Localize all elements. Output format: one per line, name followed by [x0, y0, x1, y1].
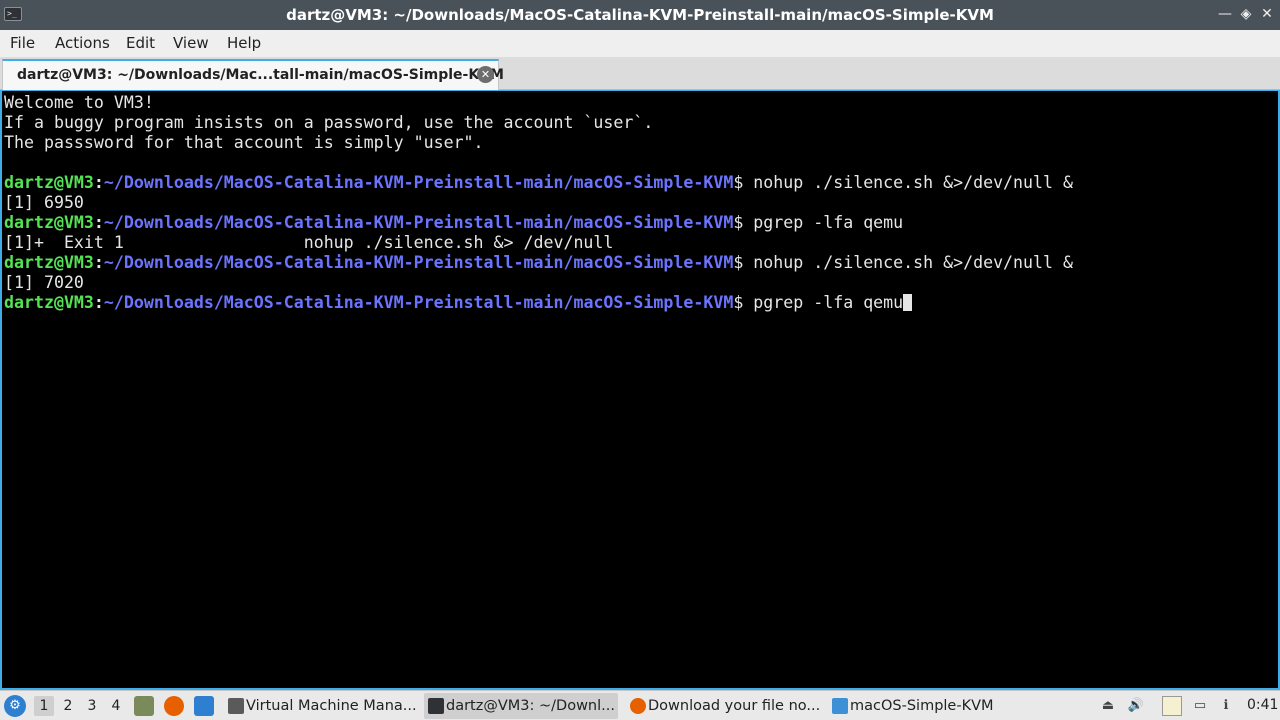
prompt-separator: : [93, 173, 104, 192]
output-line: Welcome to VM3! [4, 93, 154, 112]
task-label: Virtual Machine Mana... [246, 698, 417, 714]
output-line: If a buggy program insists on a password… [4, 113, 654, 132]
close-icon[interactable]: ✕ [1258, 5, 1276, 23]
desktop-switcher-4[interactable]: 4 [106, 696, 126, 716]
prompt-path: ~/Downloads/MacOS-Catalina-KVM-Preinstal… [103, 173, 734, 192]
prompt-path: ~/Downloads/MacOS-Catalina-KVM-Preinstal… [103, 213, 734, 232]
prompt-symbol: $ [733, 253, 754, 272]
taskbar: ⚙ 1 2 3 4 Virtual Machine Mana... dartz@… [0, 690, 1280, 720]
network-icon[interactable]: ▭ [1190, 696, 1210, 716]
prompt-user: dartz@VM3 [4, 173, 94, 192]
task-label: dartz@VM3: ~/Downl... [446, 698, 615, 714]
menu-file[interactable]: File [10, 34, 35, 52]
task-label: macOS-Simple-KVM [850, 698, 994, 714]
tray-expand-icon[interactable]: ⏏ [1098, 696, 1118, 716]
prompt-line: dartz@VM3:~/Downloads/MacOS-Catalina-KVM… [4, 253, 1073, 273]
task-file-manager[interactable]: macOS-Simple-KVM [828, 693, 1024, 719]
prompt-symbol: $ [733, 293, 754, 312]
window-titlebar[interactable]: >_ dartz@VM3: ~/Downloads/MacOS-Catalina… [0, 0, 1280, 30]
prompt-separator: : [93, 253, 104, 272]
task-firefox[interactable]: Download your file no... [626, 693, 822, 719]
prompt-symbol: $ [733, 213, 754, 232]
minimize-icon[interactable]: — [1216, 5, 1234, 23]
prompt-path: ~/Downloads/MacOS-Catalina-KVM-Preinstal… [103, 253, 734, 272]
task-virt-manager[interactable]: Virtual Machine Mana... [224, 693, 418, 719]
tab-label: dartz@VM3: ~/Downloads/Mac...tall-main/m… [17, 67, 504, 83]
command-text: nohup ./silence.sh &>/dev/null & [753, 253, 1073, 272]
update-notifier-icon[interactable]: ℹ [1216, 696, 1236, 716]
desktop-switcher-2[interactable]: 2 [58, 696, 78, 716]
output-line: [1]+ Exit 1 nohup ./silence.sh &> /dev/n… [4, 233, 614, 252]
tab-bar: dartz@VM3: ~/Downloads/Mac...tall-main/m… [0, 57, 1280, 90]
prompt-symbol: $ [733, 173, 754, 192]
volume-icon[interactable]: 🔊 [1126, 696, 1146, 716]
prompt-line: dartz@VM3:~/Downloads/MacOS-Catalina-KVM… [4, 173, 1073, 193]
prompt-user: dartz@VM3 [4, 253, 94, 272]
terminal-output[interactable]: Welcome to VM3! If a buggy program insist… [0, 90, 1280, 690]
tab-terminal[interactable]: dartz@VM3: ~/Downloads/Mac...tall-main/m… [2, 59, 504, 90]
virt-manager-icon [228, 698, 244, 714]
task-label: Download your file no... [648, 698, 821, 714]
window-title: dartz@VM3: ~/Downloads/MacOS-Catalina-KV… [286, 6, 994, 24]
task-terminal[interactable]: dartz@VM3: ~/Downl... [424, 693, 618, 719]
prompt-separator: : [93, 293, 104, 312]
menu-actions[interactable]: Actions [55, 34, 110, 52]
start-menu-icon[interactable]: ⚙ [4, 695, 26, 717]
command-text: pgrep -lfa qemu [753, 213, 904, 232]
firefox-icon [630, 698, 646, 714]
menu-edit[interactable]: Edit [126, 34, 155, 52]
folder-icon [832, 698, 848, 714]
terminal-icon [428, 698, 444, 714]
menu-help[interactable]: Help [227, 34, 261, 52]
output-line: The passsword for that account is simply… [4, 133, 484, 152]
prompt-line: dartz@VM3:~/Downloads/MacOS-Catalina-KVM… [4, 293, 913, 313]
output-line: [1] 7020 [4, 273, 84, 292]
prompt-line: dartz@VM3:~/Downloads/MacOS-Catalina-KVM… [4, 213, 903, 233]
firefox-launcher-icon[interactable] [164, 696, 184, 716]
desktop-switcher-3[interactable]: 3 [82, 696, 102, 716]
prompt-user: dartz@VM3 [4, 293, 94, 312]
show-desktop-icon[interactable] [194, 696, 214, 716]
desktop-switcher-1[interactable]: 1 [34, 696, 54, 716]
prompt-user: dartz@VM3 [4, 213, 94, 232]
maximize-icon[interactable]: ◈ [1237, 5, 1255, 23]
prompt-path: ~/Downloads/MacOS-Catalina-KVM-Preinstal… [103, 293, 734, 312]
clipboard-icon[interactable] [1162, 696, 1182, 716]
file-manager-launcher-icon[interactable] [134, 696, 154, 716]
text-cursor [903, 294, 913, 311]
command-text: nohup ./silence.sh &>/dev/null & [753, 173, 1073, 192]
command-text: pgrep -lfa qemu [753, 293, 904, 312]
prompt-separator: : [93, 213, 104, 232]
menu-view[interactable]: View [173, 34, 209, 52]
tab-close-icon[interactable]: ✕ [477, 66, 494, 83]
clock[interactable]: 0:41 [1247, 697, 1278, 713]
output-line: [1] 6950 [4, 193, 84, 212]
menubar: File Actions Edit View Help [0, 30, 1280, 57]
